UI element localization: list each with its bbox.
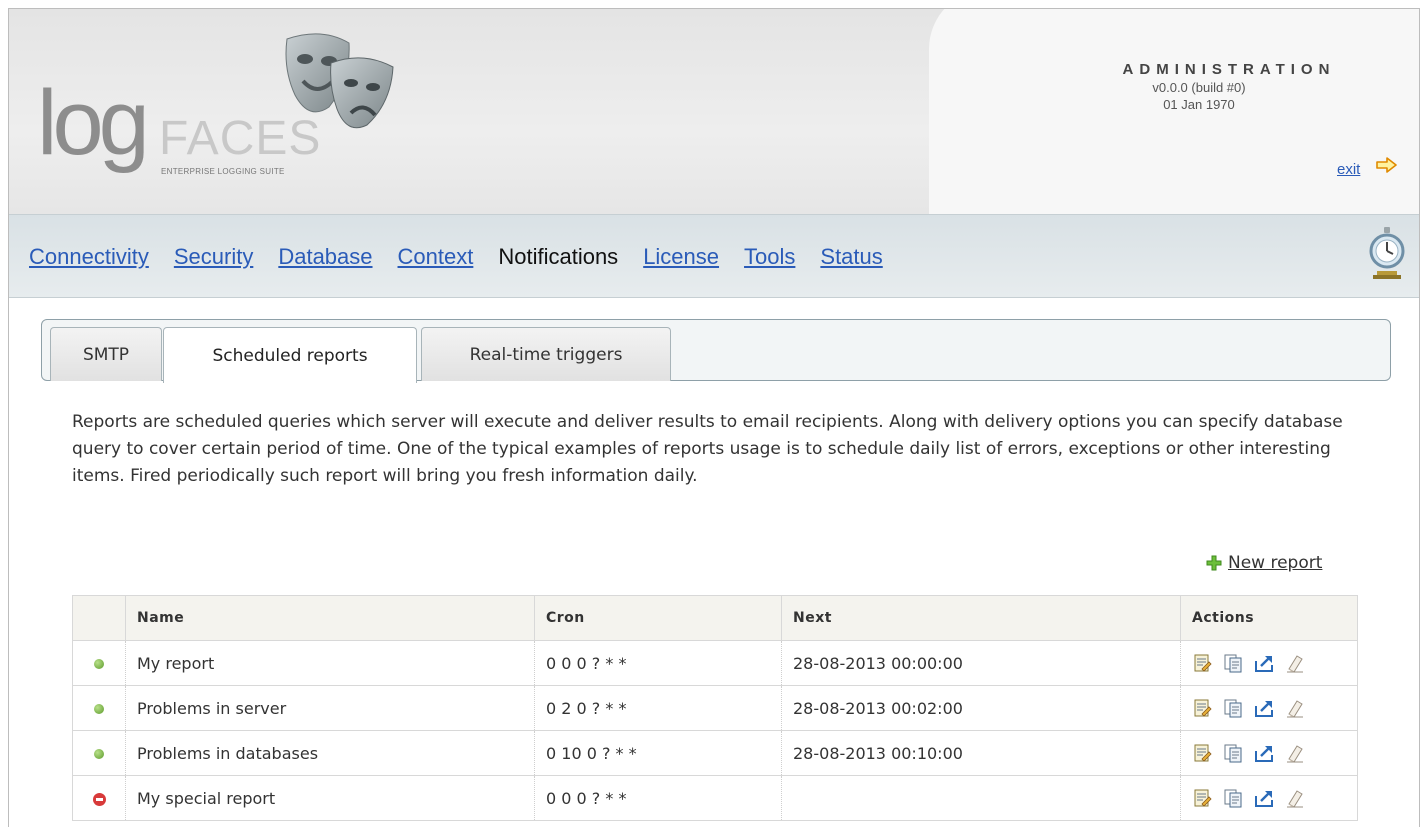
- nav-item-database[interactable]: Database: [278, 244, 372, 270]
- status-column-header: [72, 595, 126, 641]
- table-header-row: Name Cron Next Actions: [72, 595, 1358, 641]
- nav-menu: Connectivity Security Database Context N…: [29, 244, 908, 270]
- logo-faces-text: FACES: [159, 112, 322, 165]
- edit-report-icon[interactable]: [1192, 788, 1212, 808]
- copy-report-icon[interactable]: [1223, 743, 1243, 763]
- new-report-button[interactable]: New report: [1206, 553, 1322, 573]
- next-column-header: Next: [781, 595, 1181, 641]
- new-report-label: New report: [1228, 553, 1323, 573]
- name-column-header: Name: [125, 595, 535, 641]
- copy-report-icon[interactable]: [1223, 698, 1243, 718]
- enabled-status-icon: [94, 749, 104, 759]
- status-cell: [72, 640, 126, 686]
- logo-log-text: log: [37, 72, 150, 174]
- build-date-label: 01 Jan 1970: [1163, 97, 1235, 112]
- nav-item-notifications[interactable]: Notifications: [498, 244, 618, 270]
- enabled-status-icon: [94, 659, 104, 669]
- main-nav: Connectivity Security Database Context N…: [9, 214, 1419, 298]
- logo-tagline: ENTERPRISE LOGGING SUITE: [161, 167, 285, 176]
- table-row: Problems in server 0 2 0 ? * * 28-08-201…: [72, 685, 1358, 731]
- tab-label: SMTP: [82, 344, 130, 365]
- report-next-run: [781, 775, 1181, 821]
- admin-info: ADMINISTRATION v0.0.0 (build #0) 01 Jan …: [1009, 61, 1389, 112]
- row-actions: [1180, 775, 1358, 821]
- report-next-run: 28-08-2013 00:02:00: [781, 685, 1181, 731]
- nav-item-tools[interactable]: Tools: [744, 244, 795, 270]
- reports-description: Reports are scheduled queries which serv…: [72, 412, 1343, 486]
- table-row: Problems in databases 0 10 0 ? * * 28-08…: [72, 730, 1358, 776]
- report-cron: 0 10 0 ? * *: [534, 730, 782, 776]
- tab-smtp[interactable]: SMTP: [50, 327, 162, 381]
- stopwatch-icon: [1369, 227, 1405, 279]
- reports-table: Name Cron Next Actions My report 0 0 0 ?…: [72, 595, 1358, 821]
- copy-report-icon[interactable]: [1223, 653, 1243, 673]
- exit-link[interactable]: exit: [1337, 161, 1360, 178]
- tab-label: Scheduled reports: [212, 345, 368, 366]
- report-next-run: 28-08-2013 00:00:00: [781, 640, 1181, 686]
- logfaces-logo: log FACES ENTERPRISE LOGGING SUITE: [31, 29, 394, 199]
- report-name: Problems in server: [125, 685, 535, 731]
- app-frame: log FACES ENTERPRISE LOGGING SUITE ADMIN…: [8, 8, 1420, 827]
- report-next-run: 28-08-2013 00:10:00: [781, 730, 1181, 776]
- report-cron: 0 2 0 ? * *: [534, 685, 782, 731]
- actions-column-header: Actions: [1180, 595, 1358, 641]
- delete-report-icon[interactable]: [1285, 788, 1305, 808]
- edit-report-icon[interactable]: [1192, 653, 1212, 673]
- plus-icon: [1206, 555, 1222, 571]
- tab-scheduled-reports[interactable]: Scheduled reports: [163, 327, 417, 383]
- copy-report-icon[interactable]: [1223, 788, 1243, 808]
- tab-bar: SMTP Scheduled reports Real-time trigger…: [41, 319, 1391, 383]
- tab-label: Real-time triggers: [469, 344, 623, 365]
- row-actions: [1180, 685, 1358, 731]
- row-actions: [1180, 730, 1358, 776]
- nav-item-security[interactable]: Security: [174, 244, 253, 270]
- cron-column-header: Cron: [534, 595, 782, 641]
- table-row: My special report 0 0 0 ? * *: [72, 775, 1358, 821]
- run-report-icon[interactable]: [1254, 788, 1274, 808]
- nav-item-context[interactable]: Context: [398, 244, 474, 270]
- run-report-icon[interactable]: [1254, 743, 1274, 763]
- delete-report-icon[interactable]: [1285, 653, 1305, 673]
- nav-item-license[interactable]: License: [643, 244, 719, 270]
- disabled-status-icon: [92, 792, 106, 806]
- status-cell: [72, 730, 126, 776]
- nav-item-status[interactable]: Status: [820, 244, 882, 270]
- status-cell: [72, 685, 126, 731]
- report-cron: 0 0 0 ? * *: [534, 640, 782, 686]
- exit-arrow-icon[interactable]: [1376, 157, 1398, 173]
- run-report-icon[interactable]: [1254, 653, 1274, 673]
- report-name: My special report: [125, 775, 535, 821]
- edit-report-icon[interactable]: [1192, 743, 1212, 763]
- report-name: Problems in databases: [125, 730, 535, 776]
- header: log FACES ENTERPRISE LOGGING SUITE ADMIN…: [9, 9, 1419, 214]
- table-row: My report 0 0 0 ? * * 28-08-2013 00:00:0…: [72, 640, 1358, 686]
- enabled-status-icon: [94, 704, 104, 714]
- tab-real-time-triggers[interactable]: Real-time triggers: [421, 327, 671, 381]
- report-name: My report: [125, 640, 535, 686]
- version-label: v0.0.0 (build #0): [1152, 80, 1246, 95]
- nav-item-connectivity[interactable]: Connectivity: [29, 244, 149, 270]
- admin-title: ADMINISTRATION: [1122, 61, 1336, 78]
- report-cron: 0 0 0 ? * *: [534, 775, 782, 821]
- run-report-icon[interactable]: [1254, 698, 1274, 718]
- row-actions: [1180, 640, 1358, 686]
- delete-report-icon[interactable]: [1285, 743, 1305, 763]
- edit-report-icon[interactable]: [1192, 698, 1212, 718]
- delete-report-icon[interactable]: [1285, 698, 1305, 718]
- status-cell: [72, 775, 126, 821]
